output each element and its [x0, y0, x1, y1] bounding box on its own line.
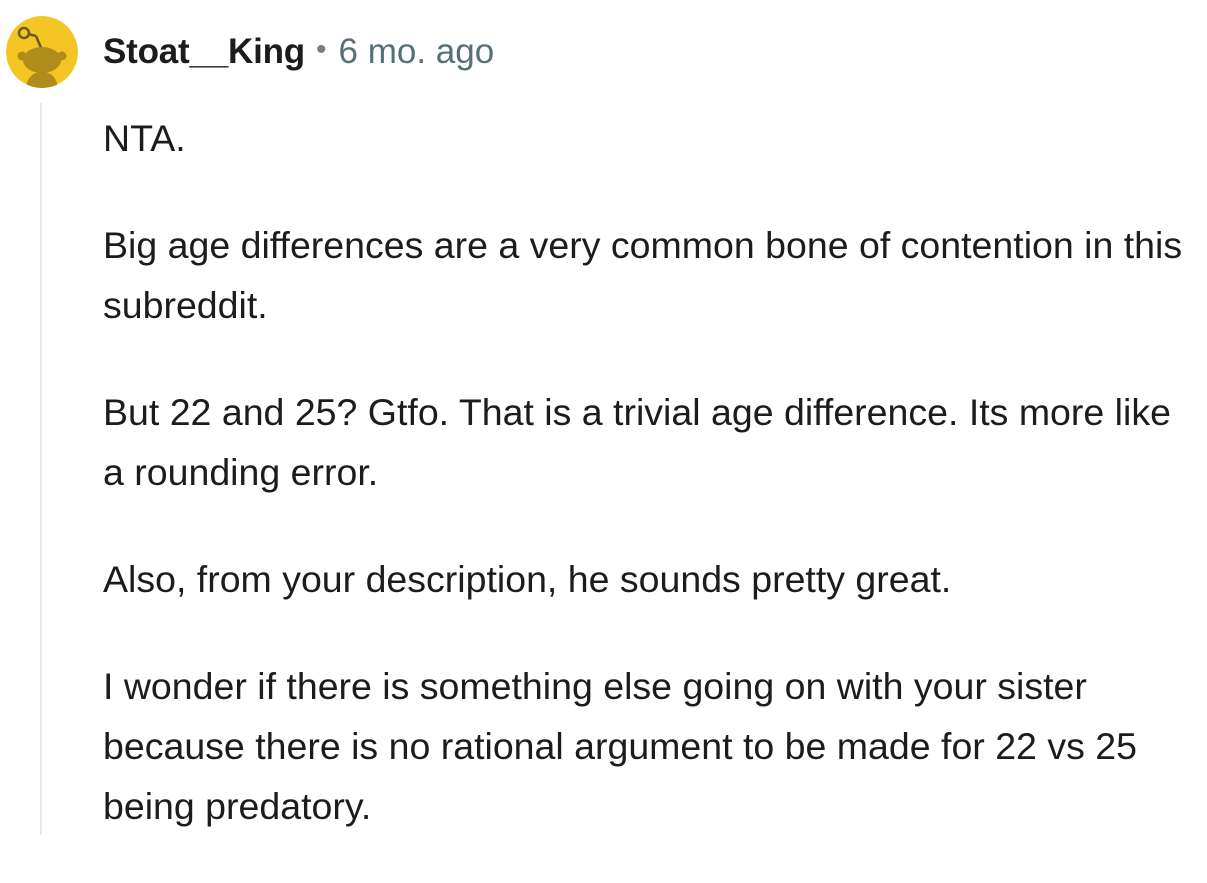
comment-paragraph-5: I wonder if there is something else goin… — [103, 665, 1137, 827]
username[interactable]: Stoat__King — [103, 32, 305, 72]
timestamp: 6 mo. ago — [338, 32, 495, 71]
comment-paragraph-3: But 22 and 25? Gtfo. That is a trivial a… — [103, 391, 1171, 493]
avatar[interactable] — [6, 16, 78, 88]
comment-paragraph-1: NTA. — [103, 117, 186, 159]
comment: Stoat__King • 6 mo. ago NTA. Big age dif… — [0, 0, 1207, 835]
comment-body: NTA. Big age differences are a very comm… — [103, 108, 1198, 883]
thread-line[interactable] — [40, 103, 42, 835]
comment-paragraph-2: Big age differences are a very common bo… — [103, 224, 1183, 326]
comment-meta: Stoat__King • 6 mo. ago — [103, 28, 494, 76]
meta-separator: • — [316, 33, 327, 66]
comment-paragraph-4: Also, from your description, he sounds p… — [103, 558, 952, 600]
reddit-snoo-avatar-icon — [6, 16, 78, 88]
